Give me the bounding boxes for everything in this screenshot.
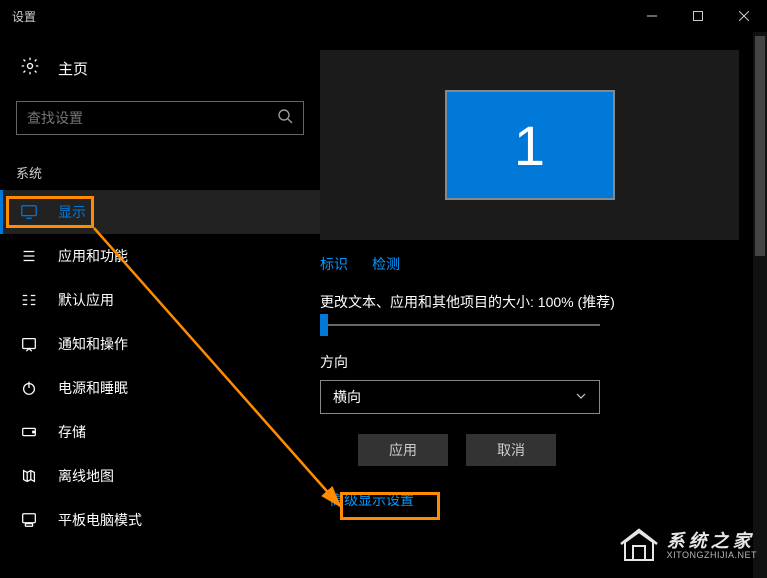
- apply-button[interactable]: 应用: [358, 434, 448, 466]
- nav-notifications[interactable]: 通知和操作: [0, 322, 320, 366]
- gear-icon: [20, 56, 40, 81]
- detect-link[interactable]: 检测: [372, 254, 400, 274]
- map-icon: [20, 467, 38, 485]
- maximize-button[interactable]: [675, 0, 721, 32]
- monitor-1[interactable]: 1: [445, 90, 615, 200]
- monitor-icon: [20, 203, 38, 221]
- notification-icon: [20, 335, 38, 353]
- scale-slider[interactable]: [320, 324, 600, 326]
- nav-tablet[interactable]: 平板电脑模式: [0, 498, 320, 542]
- section-label: 系统: [0, 143, 320, 190]
- window-title: 设置: [12, 8, 36, 25]
- identify-link[interactable]: 标识: [320, 254, 348, 274]
- nav-label: 通知和操作: [58, 334, 128, 354]
- scrollbar-thumb[interactable]: [755, 36, 765, 256]
- scale-label: 更改文本、应用和其他项目的大小: 100% (推荐): [320, 292, 739, 312]
- tablet-icon: [20, 511, 38, 529]
- nav-maps[interactable]: 离线地图: [0, 454, 320, 498]
- nav-label: 应用和功能: [58, 246, 128, 266]
- list-icon: [20, 247, 38, 265]
- storage-icon: [20, 423, 38, 441]
- close-button[interactable]: [721, 0, 767, 32]
- search-icon: [277, 108, 293, 129]
- minimize-button[interactable]: [629, 0, 675, 32]
- chevron-down-icon: [575, 389, 587, 405]
- nav-power[interactable]: 电源和睡眠: [0, 366, 320, 410]
- orientation-dropdown[interactable]: 横向: [320, 380, 600, 414]
- nav-label: 离线地图: [58, 466, 114, 486]
- watermark: 系统之家 XITONGZHIJIA.NET: [619, 528, 757, 564]
- monitor-number: 1: [514, 113, 545, 178]
- power-icon: [20, 379, 38, 397]
- scrollbar[interactable]: [753, 32, 767, 578]
- orientation-value: 横向: [333, 387, 361, 407]
- nav-label: 显示: [58, 202, 86, 222]
- sidebar: 主页 系统 显示 应用和功能 默认应用: [0, 32, 320, 578]
- orientation-label: 方向: [320, 352, 739, 372]
- cancel-button[interactable]: 取消: [466, 434, 556, 466]
- watermark-logo-icon: [619, 528, 659, 564]
- watermark-en: XITONGZHIJIA.NET: [667, 551, 757, 560]
- titlebar: 设置: [0, 0, 767, 32]
- monitor-preview: 1: [320, 50, 739, 240]
- nav-label: 电源和睡眠: [58, 378, 128, 398]
- nav-label: 存储: [58, 422, 86, 442]
- nav-apps[interactable]: 应用和功能: [0, 234, 320, 278]
- nav-label: 默认应用: [58, 290, 114, 310]
- main-panel: 1 标识 检测 更改文本、应用和其他项目的大小: 100% (推荐) 方向 横向…: [320, 32, 767, 578]
- defaults-icon: [20, 291, 38, 309]
- advanced-display-link[interactable]: 高级显示设置: [330, 490, 739, 510]
- nav-default-apps[interactable]: 默认应用: [0, 278, 320, 322]
- nav-display[interactable]: 显示: [0, 190, 320, 234]
- nav-storage[interactable]: 存储: [0, 410, 320, 454]
- home-label: 主页: [58, 58, 88, 79]
- nav-label: 平板电脑模式: [58, 510, 142, 530]
- search-input[interactable]: [27, 110, 277, 126]
- search-box[interactable]: [16, 101, 304, 135]
- watermark-cn: 系统之家: [667, 532, 757, 551]
- home-row[interactable]: 主页: [0, 48, 320, 89]
- slider-thumb[interactable]: [320, 314, 328, 336]
